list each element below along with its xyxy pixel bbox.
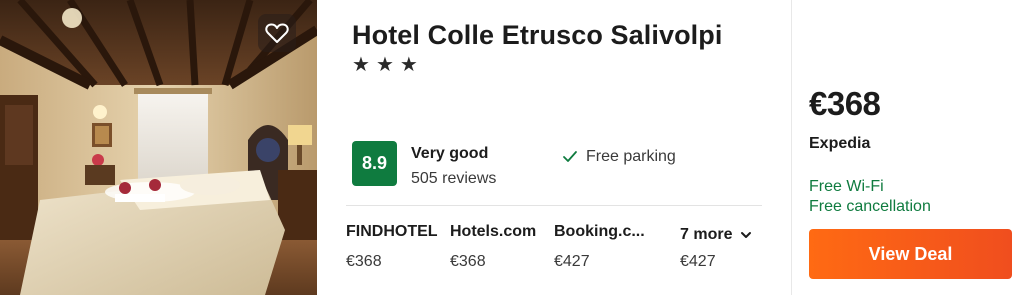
hotel-result-card[interactable]: Hotel Colle Etrusco Salivolpi ★ ★ ★ 8.9 … (0, 0, 1024, 295)
amenity-label: Free parking (586, 148, 676, 165)
deal-price: €368 (809, 85, 881, 122)
rating-score-badge: 8.9 (352, 141, 397, 186)
provider-price: €368 (450, 253, 486, 270)
review-count[interactable]: 505 reviews (411, 170, 496, 188)
provider-name: Hotels.com (450, 223, 537, 240)
hotel-name[interactable]: Hotel Colle Etrusco Salivolpi (352, 20, 722, 51)
provider-name: FINDHOTEL (346, 223, 438, 240)
hotel-photo[interactable] (0, 0, 317, 295)
more-providers-price: €427 (680, 253, 716, 270)
perk-free-cancellation: Free cancellation (809, 198, 931, 215)
view-deal-button[interactable]: View Deal (809, 229, 1012, 279)
chevron-down-icon (741, 232, 752, 238)
amenity-free-parking: Free parking (562, 148, 676, 166)
more-providers-button[interactable]: 7 more (680, 226, 752, 244)
provider-hotels-com[interactable]: Hotels.com €368 (450, 223, 550, 271)
deal-source: Expedia (809, 135, 871, 152)
star-icon: ★ (375, 54, 394, 76)
heart-icon (265, 23, 289, 43)
star-icon: ★ (352, 54, 370, 76)
rating-label: Very good (411, 145, 489, 162)
provider-name: Booking.c... (554, 223, 645, 240)
divider (346, 205, 762, 206)
provider-findhotel[interactable]: FINDHOTEL €368 (346, 223, 446, 271)
star-icon: ★ (399, 54, 418, 76)
provider-price: €427 (554, 253, 590, 270)
more-providers-label: 7 more (680, 226, 733, 243)
provider-booking[interactable]: Booking.c... €427 (554, 223, 654, 271)
provider-price: €368 (346, 253, 382, 270)
star-rating: ★ ★ ★ (352, 55, 418, 75)
check-icon (563, 151, 577, 162)
column-divider (791, 0, 792, 295)
favorite-button[interactable] (258, 14, 296, 52)
perk-free-wifi: Free Wi-Fi (809, 178, 884, 195)
